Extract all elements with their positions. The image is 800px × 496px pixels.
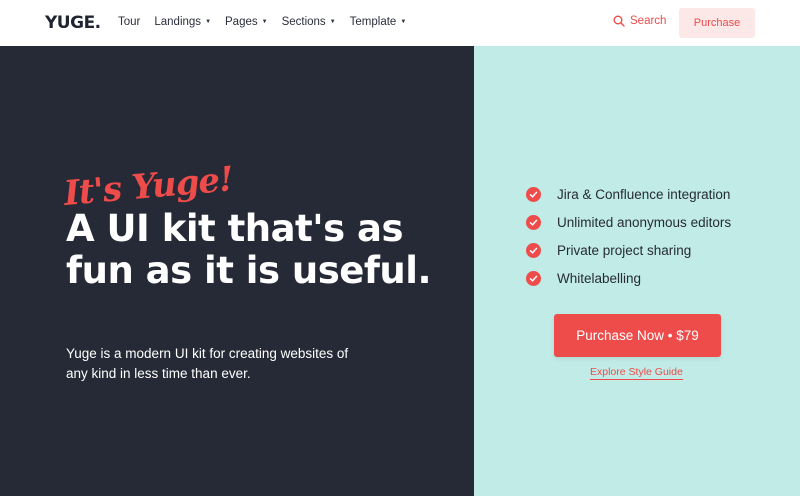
feature-label: Private project sharing <box>557 242 692 258</box>
nav-link-label: Tour <box>118 16 141 28</box>
search-label: Search <box>630 15 667 27</box>
search-link[interactable]: Search <box>613 15 666 27</box>
nav-link-label: Template <box>349 16 397 28</box>
nav-link-tour[interactable]: Tour <box>118 16 140 28</box>
check-circle-icon <box>526 242 541 258</box>
feature-item: Unlimited anonymous editors <box>526 208 731 236</box>
search-icon <box>613 15 625 27</box>
nav-link-sections[interactable]: Sections ▼ <box>282 16 336 28</box>
hero-headline: A UI kit that's as fun as it is useful. <box>66 207 432 292</box>
caret-down-icon: ▼ <box>400 19 407 25</box>
hero-subtext: Yuge is a modern UI kit for creating web… <box>66 346 349 381</box>
nav-links: Tour Landings ▼ Pages ▼ Sections ▼ Templ… <box>118 16 420 28</box>
nav-link-label: Landings <box>154 16 202 28</box>
nav-link-landings[interactable]: Landings ▼ <box>154 16 211 28</box>
feature-item: Whitelabelling <box>526 264 731 292</box>
explore-style-guide-link[interactable]: Explore Style Guide <box>590 366 683 380</box>
feature-label: Whitelabelling <box>557 270 642 286</box>
feature-item: Private project sharing <box>526 236 731 264</box>
feature-list: Jira & Confluence integration Unlimited … <box>526 180 731 292</box>
brand-logo[interactable]: YUGE. <box>45 13 101 33</box>
check-circle-icon <box>526 214 541 230</box>
hero-tagline: It's Yuge! <box>62 159 235 214</box>
hero-left-panel: It's Yuge! A UI kit that's as fun as it … <box>0 46 474 496</box>
nav-link-label: Pages <box>225 16 258 28</box>
purchase-button[interactable]: Purchase <box>679 8 755 38</box>
caret-down-icon: ▼ <box>261 19 268 25</box>
check-circle-icon <box>526 270 541 286</box>
caret-down-icon: ▼ <box>329 19 336 25</box>
nav-link-pages[interactable]: Pages ▼ <box>225 16 268 28</box>
caret-down-icon: ▼ <box>205 19 212 25</box>
top-navbar: YUGE. Tour Landings ▼ Pages ▼ Sections ▼… <box>0 0 800 46</box>
feature-item: Jira & Confluence integration <box>526 180 731 208</box>
purchase-now-button[interactable]: Purchase Now • $79 <box>554 314 721 357</box>
check-circle-icon <box>526 186 541 202</box>
nav-link-label: Sections <box>281 16 326 28</box>
hero-right-panel: Jira & Confluence integration Unlimited … <box>474 46 800 496</box>
feature-label: Jira & Confluence integration <box>557 186 731 202</box>
feature-label: Unlimited anonymous editors <box>557 214 732 230</box>
nav-link-template[interactable]: Template ▼ <box>350 16 407 28</box>
